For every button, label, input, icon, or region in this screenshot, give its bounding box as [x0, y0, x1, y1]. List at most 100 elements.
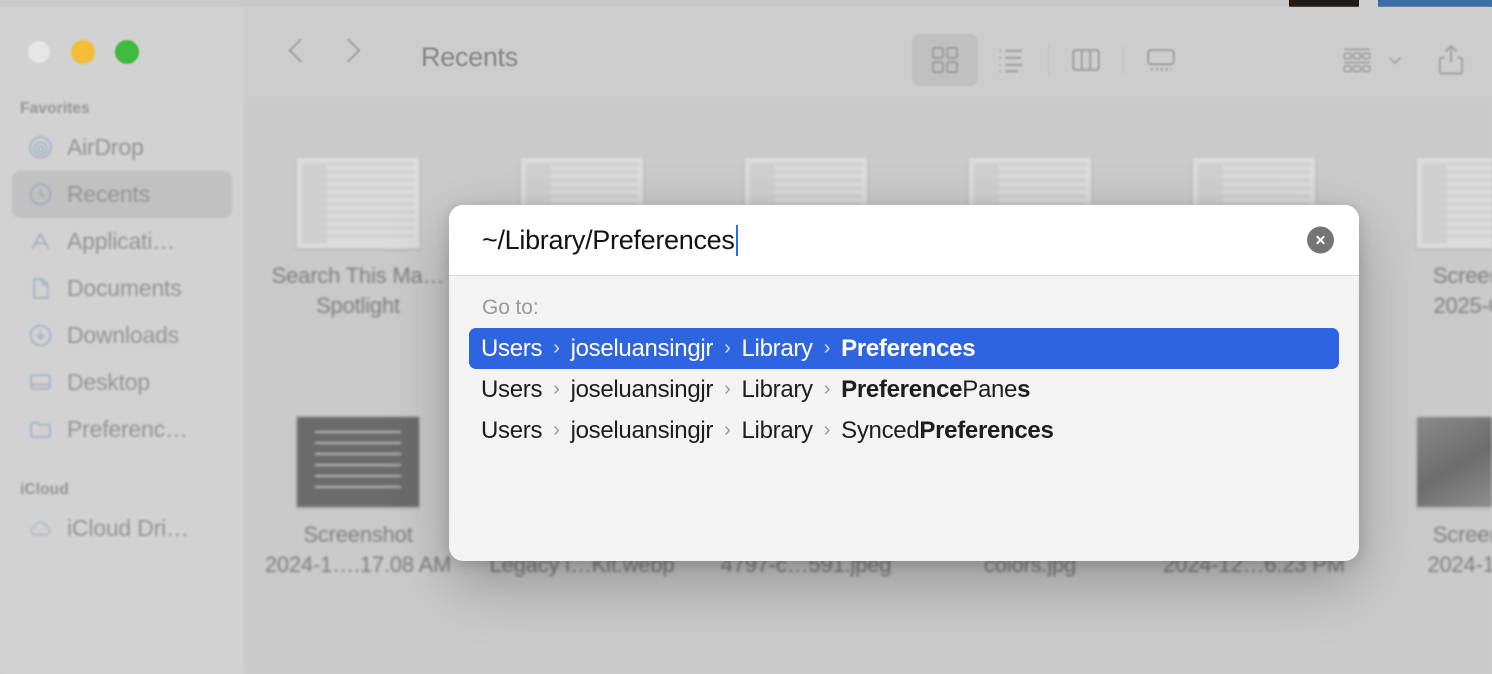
toolbar-divider	[1123, 46, 1124, 74]
sidebar-item-label: Applicati…	[67, 228, 175, 254]
list-icon	[999, 49, 1023, 73]
sidebar-item-downloads[interactable]: Downloads	[12, 312, 232, 359]
sidebar-item-airdrop[interactable]: AirDrop	[12, 124, 232, 171]
sidebar-item-label: Recents	[67, 181, 150, 207]
file-label: Search This Ma… Spotlight	[271, 263, 445, 318]
suggestions-list: Users › joseluansingjr › Library › Prefe…	[449, 328, 1359, 451]
path-input-value: ~/Library/Preferences	[482, 224, 735, 255]
suggestion-row[interactable]: Users › joseluansingjr › Library › Synce…	[469, 410, 1339, 451]
sidebar-section-icloud: iCloud	[20, 481, 69, 498]
path-separator-icon: ›	[823, 378, 831, 400]
file-item[interactable]: Screen… 2025-0…	[1366, 157, 1492, 321]
path-separator-icon: ›	[724, 337, 731, 359]
path-segment: Users	[481, 375, 543, 403]
file-thumbnail	[296, 416, 420, 508]
path-separator-icon: ›	[553, 337, 560, 359]
sidebar-item-recents[interactable]: Recents	[12, 171, 232, 218]
path-separator-icon: ›	[553, 419, 560, 441]
page-title: Recents	[421, 42, 518, 72]
path-separator-icon: ›	[724, 419, 731, 441]
sidebar-item-label: Downloads	[67, 322, 179, 348]
download-icon	[28, 323, 53, 348]
list-view-button[interactable]	[978, 34, 1044, 86]
chevron-down-icon	[1388, 56, 1402, 65]
background-window-edge-gap	[1359, 0, 1378, 7]
path-input-row[interactable]: ~/Library/Preferences	[449, 205, 1359, 276]
window-controls	[27, 40, 139, 64]
back-icon[interactable]	[290, 35, 306, 65]
desktop-icon	[28, 370, 53, 395]
zoom-button[interactable]	[115, 40, 139, 64]
file-label: Screen… 2025-0…	[1432, 263, 1492, 318]
path-segment: joseluansingjr	[570, 375, 714, 403]
text-cursor	[735, 224, 739, 256]
path-separator-icon: ›	[553, 378, 560, 400]
gallery-icon	[1147, 48, 1175, 71]
path-segment-match: SyncedPreferences	[841, 416, 1054, 444]
path-segment-match: Preferences	[841, 334, 976, 362]
gallery-view-button[interactable]	[1128, 34, 1194, 86]
file-thumbnail	[1416, 157, 1492, 249]
path-segment: Users	[481, 416, 543, 444]
clock-icon	[28, 182, 53, 207]
document-icon	[28, 276, 53, 301]
sidebar-item-label: Preferenc…	[67, 416, 188, 442]
group-icon	[1343, 48, 1371, 73]
sidebar-item-preferences[interactable]: Preferenc…	[12, 406, 232, 453]
forward-icon[interactable]	[342, 35, 358, 65]
column-view-button[interactable]	[1053, 34, 1119, 86]
toolbar-divider	[1048, 46, 1049, 74]
file-label: Screen… 2024-12…	[1427, 522, 1492, 577]
sidebar-item-desktop[interactable]: Desktop	[12, 359, 232, 406]
suggestion-row[interactable]: Users › joseluansingjr › Library › Prefe…	[469, 369, 1339, 410]
sidebar-item-label: iCloud Dri…	[67, 515, 189, 541]
sidebar-item-icloud-drive[interactable]: iCloud Dri…	[12, 505, 232, 552]
minimize-button[interactable]	[71, 40, 95, 64]
sidebar-item-label: Desktop	[67, 369, 150, 395]
cloud-icon	[28, 516, 53, 541]
toolbar-right-group	[1339, 34, 1470, 86]
file-item[interactable]: Screen… 2024-12…	[1366, 416, 1492, 580]
background-window-edge-dark	[1289, 0, 1359, 7]
go-to-folder-sheet: ~/Library/Preferences Go to: Users › jos…	[449, 205, 1359, 561]
file-item[interactable]: Search This Ma… Spotlight	[246, 157, 470, 321]
file-item[interactable]: Screenshot 2024-1….17.08 AM	[246, 416, 470, 580]
close-button[interactable]	[27, 40, 51, 64]
grid-icon	[931, 46, 959, 74]
path-segment: Library	[741, 416, 814, 444]
toolbar: Recents	[245, 7, 1492, 100]
sidebar-item-documents[interactable]: Documents	[12, 265, 232, 312]
share-button[interactable]	[1432, 41, 1470, 79]
share-icon	[1438, 44, 1464, 75]
folder-icon	[28, 417, 53, 442]
path-segment: Library	[741, 375, 814, 403]
file-thumbnail	[1416, 416, 1492, 508]
group-by-button[interactable]	[1339, 42, 1406, 78]
path-segment: Library	[741, 334, 814, 362]
file-thumbnail	[296, 157, 420, 249]
sidebar-item-applications[interactable]: Applicati…	[12, 218, 232, 265]
suggestions-heading: Go to:	[482, 296, 539, 319]
sidebar-item-label: Documents	[67, 275, 182, 301]
path-separator-icon: ›	[724, 378, 731, 400]
columns-icon	[1072, 48, 1100, 72]
path-separator-icon: ›	[823, 419, 831, 441]
path-segment: Users	[481, 334, 543, 362]
path-segment: joseluansingjr	[570, 334, 714, 362]
file-label: Screenshot 2024-1….17.08 AM	[264, 522, 452, 577]
airdrop-icon	[28, 135, 53, 160]
background-window-edge-blue	[1378, 0, 1492, 7]
suggestion-row[interactable]: Users › joseluansingjr › Library › Prefe…	[469, 328, 1339, 369]
sidebar-item-label: AirDrop	[67, 134, 144, 160]
path-separator-icon: ›	[823, 337, 831, 359]
view-mode-group	[912, 34, 1194, 86]
sidebar: Favorites AirDrop Recents Applicati… Doc…	[0, 7, 245, 674]
icon-view-button[interactable]	[912, 34, 978, 86]
navigation-arrows	[290, 35, 358, 65]
clear-icon[interactable]	[1307, 226, 1334, 254]
path-segment-match: PreferencePanes	[841, 375, 1031, 403]
sidebar-section-favorites: Favorites	[20, 100, 90, 117]
screen: Favorites AirDrop Recents Applicati… Doc…	[0, 0, 1492, 674]
path-segment: joseluansingjr	[570, 416, 714, 444]
applications-icon	[28, 229, 53, 254]
